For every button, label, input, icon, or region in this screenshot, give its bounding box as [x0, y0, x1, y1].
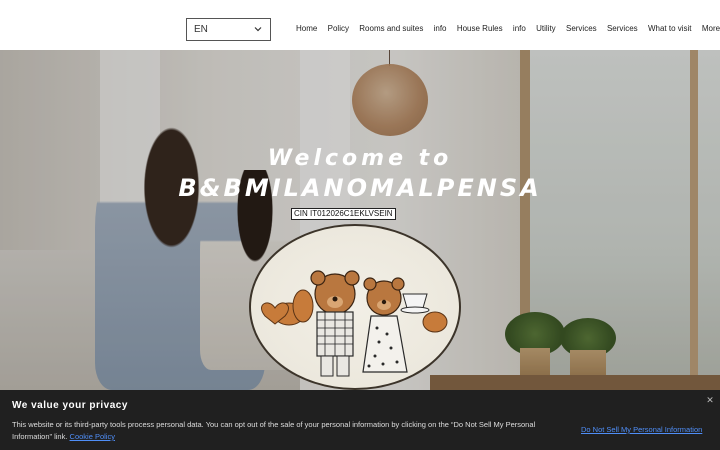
chevron-down-icon: [254, 27, 262, 32]
nav-item-what-to-visit[interactable]: What to visit: [648, 24, 692, 33]
cookie-banner-title: We value your privacy: [12, 400, 128, 411]
teddy-bears-illustration: [261, 270, 448, 377]
teddy-bears-logo: [249, 224, 461, 390]
close-icon[interactable]: ✕: [704, 394, 716, 406]
nav-item-info-2[interactable]: info: [513, 24, 526, 33]
nav-item-services[interactable]: Services: [566, 24, 597, 33]
cookie-banner: We value your privacy This website or it…: [0, 390, 720, 450]
cin-code: CIN IT012026C1EKLVSEIN: [291, 208, 396, 220]
do-not-sell-link[interactable]: Do Not Sell My Personal Information: [581, 425, 702, 434]
cookie-policy-link[interactable]: Cookie Policy: [70, 432, 115, 441]
nav-item-rooms-and-suites[interactable]: Rooms and suites: [359, 24, 423, 33]
nav-item-home[interactable]: Home: [296, 24, 317, 33]
nav-item-info[interactable]: info: [434, 24, 447, 33]
nav-item-services-2[interactable]: Services: [607, 24, 638, 33]
main-nav: Home Policy Rooms and suites info House …: [296, 24, 720, 33]
language-select[interactable]: EN: [186, 18, 271, 41]
site-header: EN Home Policy Rooms and suites info Hou…: [0, 0, 720, 50]
nav-item-more[interactable]: More: [702, 24, 720, 33]
nav-item-utility[interactable]: Utility: [536, 24, 556, 33]
brand-title: B&BMILANOMALPENSA: [178, 174, 542, 202]
hero-section: Welcome to B&BMILANOMALPENSA CIN IT01202…: [0, 50, 720, 390]
nav-item-policy[interactable]: Policy: [328, 24, 349, 33]
nav-item-house-rules[interactable]: House Rules: [457, 24, 503, 33]
welcome-heading: Welcome to: [267, 146, 453, 171]
language-select-value: EN: [194, 24, 208, 35]
cookie-banner-text: This website or its third-party tools pr…: [12, 419, 572, 443]
